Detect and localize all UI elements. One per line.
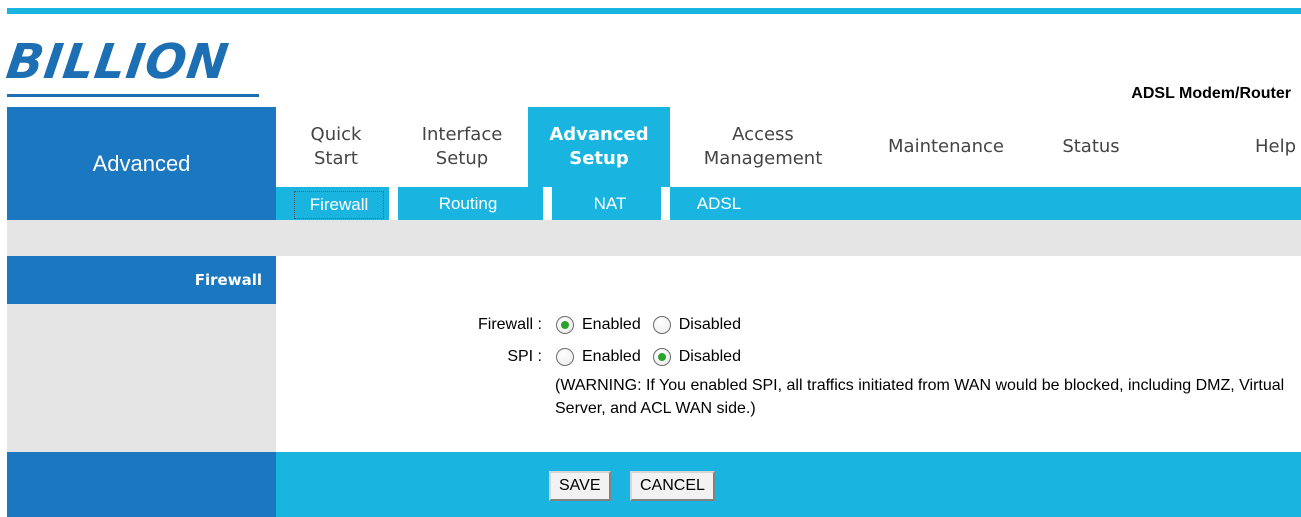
nav-access-management[interactable]: Access Management [680,107,846,187]
firewall-options: Enabled Disabled [556,316,753,334]
subnav-separator [389,187,398,220]
radio-selected-dot [561,321,569,329]
nav-maintenance[interactable]: Maintenance [866,107,1026,187]
sub-nav: Firewall Routing NAT ADSL [276,187,1301,220]
spi-label: SPI : [507,348,542,365]
subnav-separator [661,187,670,220]
nav-interface-setup[interactable]: Interface Setup [396,107,528,187]
nav-help[interactable]: Help [1186,107,1296,187]
subnav-separator [543,187,552,220]
main-nav: Quick Start Interface Setup Advanced Set… [276,107,1301,187]
spi-enabled-radio[interactable] [556,348,574,366]
logo-underline [7,94,259,97]
radio-selected-dot [657,353,666,361]
firewall-disabled-label: Disabled [678,316,741,333]
nav-advanced-setup[interactable]: Advanced Setup [528,107,670,187]
footer-side [7,452,276,517]
firewall-label: Firewall : [477,316,542,333]
top-accent-bar [7,8,1301,14]
spi-enabled-label: Enabled [582,348,641,365]
product-name: ADSL Modem/Router [1131,85,1291,102]
firewall-enabled-radio[interactable] [556,316,574,334]
subnav-nat[interactable]: NAT [566,191,654,217]
subnav-adsl[interactable]: ADSL [684,191,754,217]
firewall-enabled-label: Enabled [582,316,641,333]
subnav-routing[interactable]: Routing [424,191,512,217]
spi-options: Enabled Disabled [556,348,753,366]
side-panel [7,304,276,452]
spi-disabled-label: Disabled [678,348,741,365]
nav-status[interactable]: Status [1046,107,1136,187]
side-firewall-header: Firewall [7,256,276,304]
subnav-firewall[interactable]: Firewall [294,191,384,219]
billion-logo: BILLION [3,34,233,90]
section-title: Advanced [7,107,276,220]
cancel-button[interactable]: CANCEL [630,471,715,501]
nav-quick-start[interactable]: Quick Start [276,107,396,187]
firewall-disabled-radio[interactable] [652,316,671,334]
spi-warning-text: (WARNING: If You enabled SPI, all traffi… [555,377,1285,417]
save-button[interactable]: SAVE [549,471,611,501]
gray-band [7,220,1301,256]
spi-disabled-radio[interactable] [652,348,671,366]
